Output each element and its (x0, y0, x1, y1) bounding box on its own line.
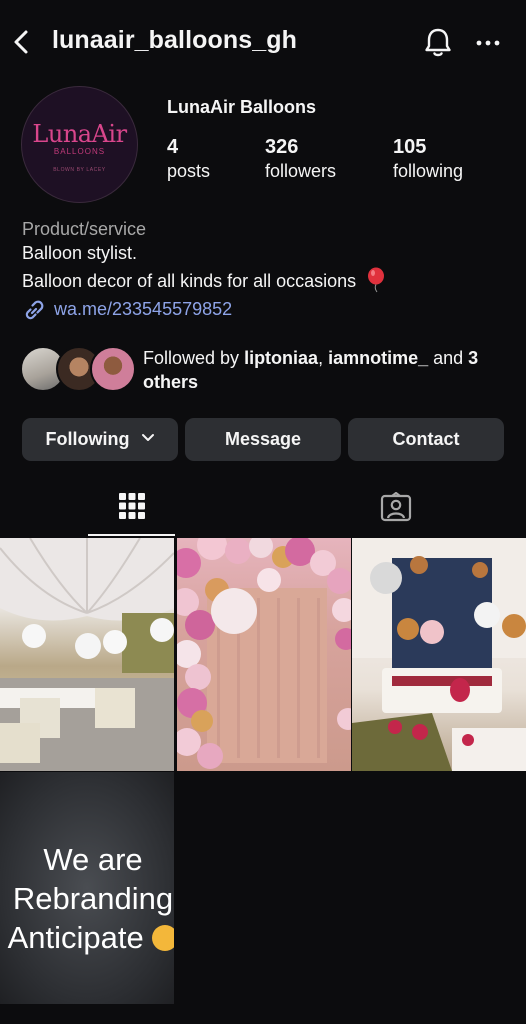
balloon (197, 743, 223, 769)
mutual-follower-name: liptoniaa (244, 348, 319, 368)
balloon (370, 562, 402, 594)
balloon (332, 598, 351, 622)
post-thumbnail[interactable] (177, 538, 351, 771)
balloon (472, 562, 488, 578)
balloon (22, 624, 46, 648)
logo-subtitle: BALLOONS (53, 147, 106, 156)
profile-category: Product/service (22, 219, 147, 239)
logo-wordmark: LunaAir (32, 120, 127, 148)
display-name: LunaAir Balloons (167, 97, 317, 117)
smiling-emoji-icon (152, 925, 174, 951)
balloon-emoji-icon (368, 267, 385, 293)
contact-button[interactable]: Contact (348, 418, 504, 461)
message-button[interactable]: Message (185, 418, 341, 461)
separator: , (318, 348, 329, 368)
balloon (75, 633, 101, 659)
back-arrow-icon[interactable] (8, 26, 36, 58)
balloon (327, 568, 351, 594)
balloon (150, 618, 174, 642)
following-count-value: 105 (393, 136, 427, 158)
balloon (412, 724, 428, 740)
followers-count[interactable]: 326 followers (265, 136, 336, 182)
bio-link-text: wa.me/233545579852 (54, 299, 233, 319)
posts-count-value: 4 (167, 136, 179, 158)
profile-avatar[interactable]: LunaAir BALLOONS BLOWN BY LACEY (21, 86, 138, 203)
announcement-line: We are (43, 842, 143, 877)
more-options-icon[interactable] (472, 30, 504, 56)
balloon (103, 630, 127, 654)
mutual-followers-avatars[interactable] (20, 346, 136, 394)
grid-icon (118, 493, 145, 519)
following-count-label: following (393, 161, 464, 181)
followed-by-text[interactable]: Followed by liptoniaa, iamnotime_ and 3 … (143, 346, 513, 394)
balloon (502, 614, 526, 638)
balloon (191, 710, 213, 732)
followers-count-label: followers (265, 161, 337, 181)
balloon (225, 538, 251, 564)
announcement-line: Rebranding (12, 881, 174, 916)
following-button-label: Following (45, 429, 130, 449)
balloon (450, 678, 470, 702)
profile-header: lunaair_balloons_gh (0, 0, 526, 86)
avatar (90, 346, 136, 392)
post-thumbnail[interactable] (0, 538, 174, 771)
chevron-down-icon (141, 434, 154, 441)
profile-username: lunaair_balloons_gh (52, 26, 298, 54)
followed-by-prefix: Followed by (143, 348, 245, 368)
balloon (462, 734, 474, 746)
balloon (257, 568, 281, 592)
followers-count-value: 326 (265, 136, 299, 158)
balloon (335, 628, 351, 650)
following-button[interactable]: Following (22, 418, 178, 461)
tab-posts-grid[interactable] (88, 480, 175, 536)
balloon (410, 556, 428, 574)
balloon (420, 620, 444, 644)
balloon (397, 618, 419, 640)
tab-tagged[interactable] (352, 480, 439, 536)
link-chain-icon (25, 300, 44, 320)
post-thumbnail[interactable] (352, 538, 526, 771)
notification-bell-icon[interactable] (422, 26, 454, 60)
posts-count[interactable]: 4 posts (167, 136, 210, 182)
announcement-text: Anticipate (7, 920, 144, 955)
bio-line: Balloon stylist. (22, 243, 138, 263)
mutual-follower-name: iamnotime_ (328, 348, 429, 368)
logo-tagline: BLOWN BY LACEY (53, 167, 106, 173)
balloon (185, 664, 211, 690)
rebranding-announcement: We are Rebranding Anticipate (0, 840, 174, 957)
post-thumbnail[interactable]: We are Rebranding Anticipate (0, 772, 174, 1004)
following-count[interactable]: 105 following (393, 136, 463, 182)
announcement-line: Anticipate (0, 918, 174, 957)
bio-text: Balloon decor of all kinds for all occas… (22, 271, 357, 291)
posts-count-label: posts (167, 161, 211, 181)
balloon (474, 602, 500, 628)
bio-line: Balloon decor of all kinds for all occas… (22, 267, 387, 293)
balloon (388, 720, 402, 734)
balloon (211, 588, 257, 634)
conjunction: and (428, 348, 469, 368)
tagged-person-icon (380, 492, 411, 522)
